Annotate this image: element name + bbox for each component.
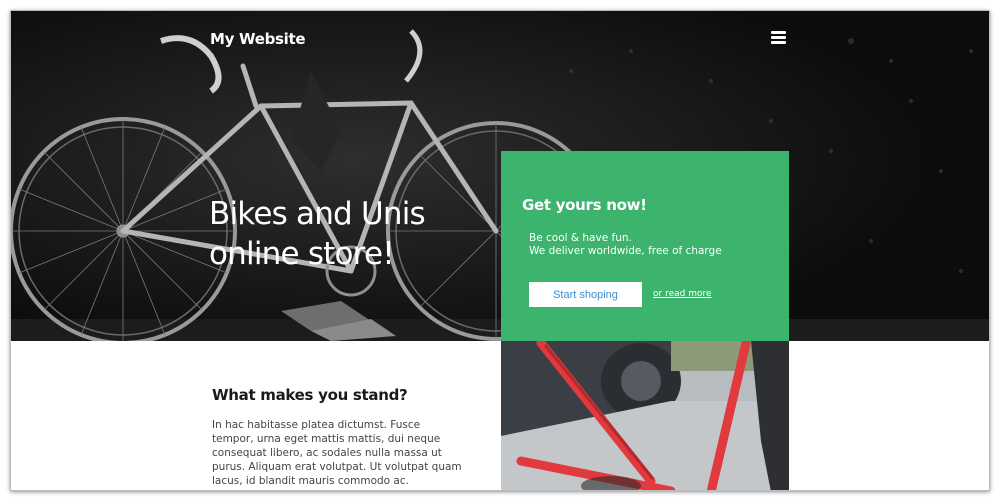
hamburger-menu-icon[interactable] [771,31,787,47]
read-more-link[interactable]: or read more [653,289,712,299]
browser-frame: My Website Bikes and Unis online store! … [10,10,990,491]
cta-delivery-note: We deliver worldwide, free of charge [529,245,722,257]
start-shopping-button[interactable]: Start shoping [529,282,642,307]
cta-title: Get yours now! [522,196,647,214]
section-body-text: In hac habitasse platea dictumst. Fusce … [212,419,462,487]
red-bike-photo [501,341,789,490]
hero-heading: Bikes and Unis online store! [209,196,426,272]
site-title[interactable]: My Website [210,30,306,48]
hero-bike-photo [11,11,989,341]
cta-panel: Get yours now! Be cool & have fun. We de… [501,151,789,341]
hero-section: My Website Bikes and Unis online store! [11,11,989,341]
red-bike-illustration [501,341,789,490]
section-title: What makes you stand? [212,386,408,404]
lower-right-blank [789,341,989,490]
features-section: What makes you stand? In hac habitasse p… [11,341,501,490]
cta-tagline: Be cool & have fun. [529,232,632,244]
